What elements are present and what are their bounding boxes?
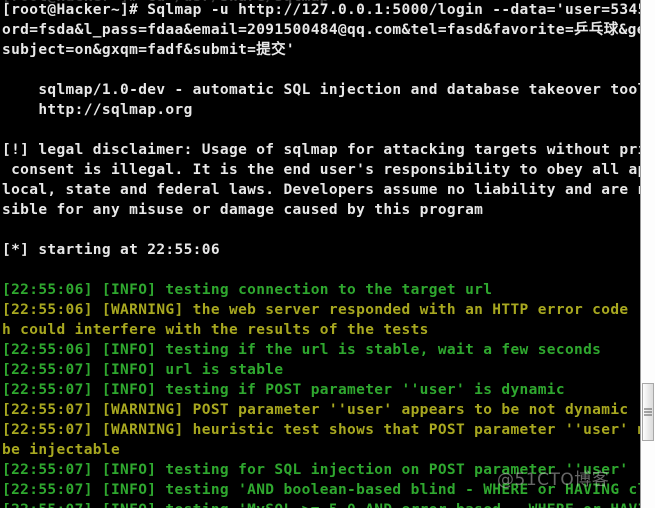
terminal-line-disclaim-4: sible for any misuse or damage caused by…	[2, 202, 484, 218]
terminal-line-blank-2	[0, 120, 640, 140]
terminal-line-log-3: [22:55:06] [INFO] testing if the url is …	[2, 342, 602, 358]
terminal-line-blank-3	[0, 220, 640, 240]
vertical-scrollbar[interactable]	[640, 0, 655, 508]
terminal-output-area[interactable]: [root@Hacker~]# Sqlmap -u http://127.0.0…	[0, 0, 640, 508]
terminal-line-log-2: [22:55:06] [WARNING] the web server resp…	[2, 302, 640, 318]
terminal-line-cmd-3: subject=on&gxqm=fadf&submit=提交'	[2, 42, 296, 58]
terminal-line-log-6: [22:55:07] [WARNING] POST parameter ''us…	[2, 402, 629, 418]
terminal-line-log-8: [22:55:07] [INFO] testing for SQL inject…	[2, 462, 629, 478]
terminal-window[interactable]: [root@Hacker~]# cd /usr/share/sqlmap [ro…	[0, 0, 655, 508]
terminal-line-disclaim-3: local, state and federal laws. Developer…	[2, 182, 640, 198]
terminal-line-blank-4	[0, 260, 640, 280]
terminal-line-log-7: [22:55:07] [WARNING] heuristic test show…	[2, 422, 640, 438]
terminal-line-blank-1	[0, 60, 640, 80]
terminal-line-disclaim-1: [!] legal disclaimer: Usage of sqlmap fo…	[2, 142, 640, 158]
terminal-line-log-9: [22:55:07] [INFO] testing 'AND boolean-b…	[2, 482, 640, 498]
scrollbar-grip-icon	[644, 408, 652, 416]
terminal-line-cmd-2: ord=fsda&l_pass=fdaa&email=2091500484@qq…	[2, 22, 640, 38]
terminal-line-log-10: [22:55:07] [INFO] testing 'MySQL >= 5.0 …	[0, 500, 640, 508]
terminal-line-disclaim-2: consent is illegal. It is the end user's…	[11, 162, 640, 178]
scrollbar-track[interactable]	[641, 0, 655, 508]
terminal-line-log-2b: h could interfere with the results of th…	[2, 322, 429, 338]
terminal-line-log-7b: be injectable	[2, 442, 121, 458]
terminal-line-banner-2: http://sqlmap.org	[2, 102, 193, 118]
terminal-line-log-4: [22:55:07] [INFO] url is stable	[2, 362, 284, 378]
terminal-line-starting: [*] starting at 22:55:06	[2, 242, 220, 258]
terminal-line-log-5: [22:55:07] [INFO] testing if POST parame…	[2, 382, 565, 398]
scrollbar-thumb[interactable]	[642, 383, 654, 441]
terminal-line-log-1: [22:55:06] [INFO] testing connection to …	[2, 282, 493, 298]
terminal-line-cmd-1: [root@Hacker~]# Sqlmap -u http://127.0.0…	[2, 2, 640, 18]
terminal-line-banner-1: sqlmap/1.0-dev - automatic SQL injection…	[2, 82, 640, 98]
